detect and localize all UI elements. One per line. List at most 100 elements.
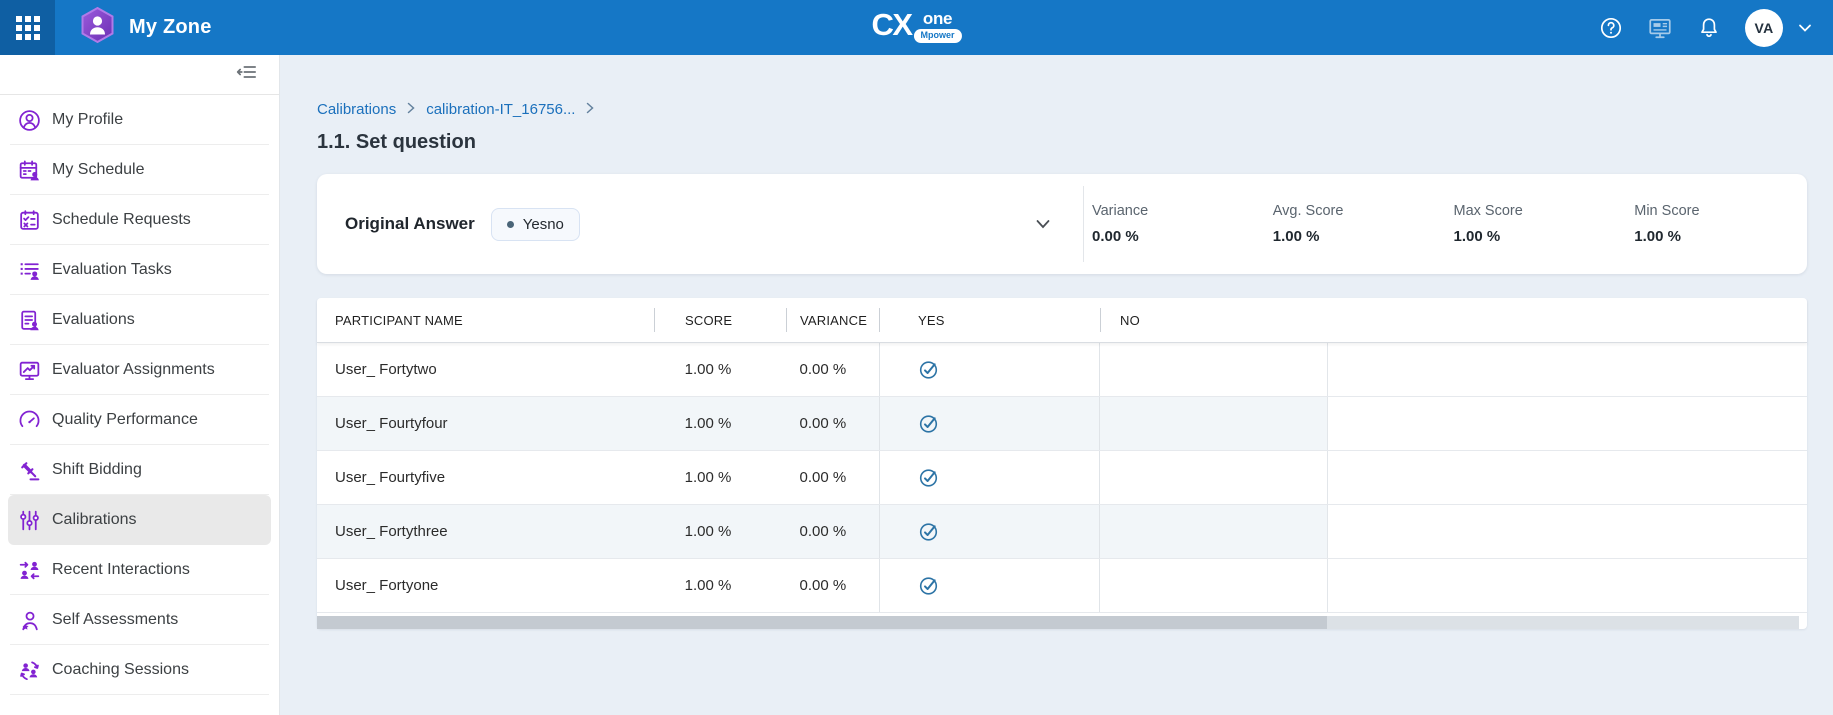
no-cell <box>1100 559 1327 612</box>
sidebar-item-label: Evaluation Tasks <box>52 261 172 279</box>
table-header: PARTICIPANT NAME SCORE VARIANCE YES NO <box>317 298 1807 343</box>
people-arrows-icon <box>16 557 42 583</box>
horizontal-scrollbar[interactable] <box>317 616 1799 629</box>
column-header-yes: YES <box>880 298 1101 342</box>
stat-max-score: Max Score 1.00 % <box>1446 203 1627 245</box>
horizontal-scrollbar-thumb[interactable] <box>317 616 1327 629</box>
score-cell: 1.00 % <box>655 559 787 612</box>
screen-share-icon[interactable] <box>1647 15 1673 41</box>
gauge-icon <box>16 407 42 433</box>
score-cell: 1.00 % <box>655 343 787 396</box>
top-bar: My Zone CX one Mpower <box>0 0 1833 55</box>
myzone-brand: My Zone <box>79 6 212 49</box>
row-filler <box>1328 397 1807 450</box>
sidebar-item-label: Quality Performance <box>52 411 198 429</box>
answer-stats: Variance 0.00 % Avg. Score 1.00 % Max Sc… <box>1083 186 1807 262</box>
mpower-badge: Mpower <box>914 29 962 43</box>
sidebar-collapse-icon[interactable] <box>235 62 257 87</box>
sidebar-item-label: Schedule Requests <box>52 211 191 229</box>
score-cell: 1.00 % <box>655 505 787 558</box>
sidebar-item-quality-performance[interactable]: Quality Performance <box>8 395 271 445</box>
participant-name-cell: User_ Fourtyfour <box>317 397 655 450</box>
sidebar-item-recent-interactions[interactable]: Recent Interactions <box>8 545 271 595</box>
no-cell <box>1100 505 1327 558</box>
sidebar-item-my-profile[interactable]: My Profile <box>8 95 271 145</box>
check-circle-icon <box>918 413 939 434</box>
check-circle-icon <box>918 359 939 380</box>
sidebar-item-coaching-sessions[interactable]: Coaching Sessions <box>8 645 271 695</box>
column-header-variance: VARIANCE <box>787 298 880 342</box>
help-icon[interactable] <box>1599 16 1623 40</box>
calendar-check-icon <box>16 207 42 233</box>
check-circle-icon <box>918 467 939 488</box>
variance-cell: 0.00 % <box>787 397 880 450</box>
participants-table: PARTICIPANT NAME SCORE VARIANCE YES NO U… <box>317 298 1807 629</box>
sidebar-item-label: Calibrations <box>52 511 136 529</box>
user-avatar[interactable]: VA <box>1745 9 1783 47</box>
profile-icon <box>16 107 42 133</box>
breadcrumb-chevron-icon <box>407 101 415 118</box>
breadcrumb-link-calibrations[interactable]: Calibrations <box>317 101 396 118</box>
sidebar-item-label: Self Assessments <box>52 611 178 629</box>
account-chevron-down-icon[interactable] <box>1797 20 1813 36</box>
participant-name-cell: User_ Fortythree <box>317 505 655 558</box>
sidebar-item-self-assessments[interactable]: Self Assessments <box>8 595 271 645</box>
page-title: 1.1. Set question <box>317 131 1807 154</box>
sidebar-item-shift-bidding[interactable]: Shift Bidding <box>8 445 271 495</box>
table-row: User_ Fourtyfour 1.00 % 0.00 % <box>317 397 1807 451</box>
answer-chip: Yesno <box>491 208 580 241</box>
cxone-logo: CX one Mpower <box>871 10 961 43</box>
row-filler <box>1328 559 1807 612</box>
sidebar: My Profile My Schedule <box>0 55 280 715</box>
sidebar-item-calibrations[interactable]: Calibrations <box>8 495 271 545</box>
participant-name-cell: User_ Fortyone <box>317 559 655 612</box>
person-star-icon <box>16 607 42 633</box>
main-content: Calibrations calibration-IT_16756... 1.1… <box>280 55 1833 715</box>
gavel-icon <box>16 457 42 483</box>
table-row: User_ Fortytwo 1.00 % 0.00 % <box>317 343 1807 397</box>
sidebar-item-label: My Profile <box>52 111 123 129</box>
breadcrumb-chevron-icon <box>586 101 594 118</box>
sliders-icon <box>16 507 42 533</box>
row-filler <box>1328 451 1807 504</box>
variance-cell: 0.00 % <box>787 451 880 504</box>
people-cycle-icon <box>16 657 42 683</box>
column-header-score: SCORE <box>655 298 787 342</box>
score-cell: 1.00 % <box>655 451 787 504</box>
sidebar-item-label: Coaching Sessions <box>52 661 189 679</box>
sidebar-item-my-schedule[interactable]: My Schedule <box>8 145 271 195</box>
yes-cell <box>879 559 1100 612</box>
stat-avg-score: Avg. Score 1.00 % <box>1265 203 1446 245</box>
no-cell <box>1100 451 1327 504</box>
task-list-person-icon <box>16 257 42 283</box>
sidebar-item-label: Recent Interactions <box>52 561 190 579</box>
chip-dot-icon <box>507 221 514 228</box>
app-launcher-button[interactable] <box>0 0 55 55</box>
row-filler <box>1328 505 1807 558</box>
sidebar-item-evaluations[interactable]: Evaluations <box>8 295 271 345</box>
cxone-logo-cx: CX <box>871 10 911 39</box>
variance-cell: 0.00 % <box>787 343 880 396</box>
column-header-no: NO <box>1101 298 1328 342</box>
score-cell: 1.00 % <box>655 397 787 450</box>
apps-grid-icon <box>16 16 40 40</box>
sidebar-item-label: Shift Bidding <box>52 461 142 479</box>
participant-name-cell: User_ Fourtyfive <box>317 451 655 504</box>
stat-min-score: Min Score 1.00 % <box>1626 203 1807 245</box>
check-circle-icon <box>918 521 939 542</box>
no-cell <box>1100 343 1327 396</box>
variance-cell: 0.00 % <box>787 559 880 612</box>
sidebar-item-evaluation-tasks[interactable]: Evaluation Tasks <box>8 245 271 295</box>
yes-cell <box>879 397 1100 450</box>
calendar-person-icon <box>16 157 42 183</box>
breadcrumb-link-calibration-item[interactable]: calibration-IT_16756... <box>426 101 575 118</box>
app-title: My Zone <box>129 16 212 39</box>
sidebar-item-evaluator-assignments[interactable]: Evaluator Assignments <box>8 345 271 395</box>
notifications-bell-icon[interactable] <box>1697 16 1721 40</box>
sidebar-item-schedule-requests[interactable]: Schedule Requests <box>8 195 271 245</box>
table-row: User_ Fourtyfive 1.00 % 0.00 % <box>317 451 1807 505</box>
yes-cell <box>879 505 1100 558</box>
top-actions: VA <box>1599 9 1833 47</box>
monitor-chart-icon <box>16 357 42 383</box>
panel-chevron-down-icon[interactable] <box>1033 214 1053 234</box>
